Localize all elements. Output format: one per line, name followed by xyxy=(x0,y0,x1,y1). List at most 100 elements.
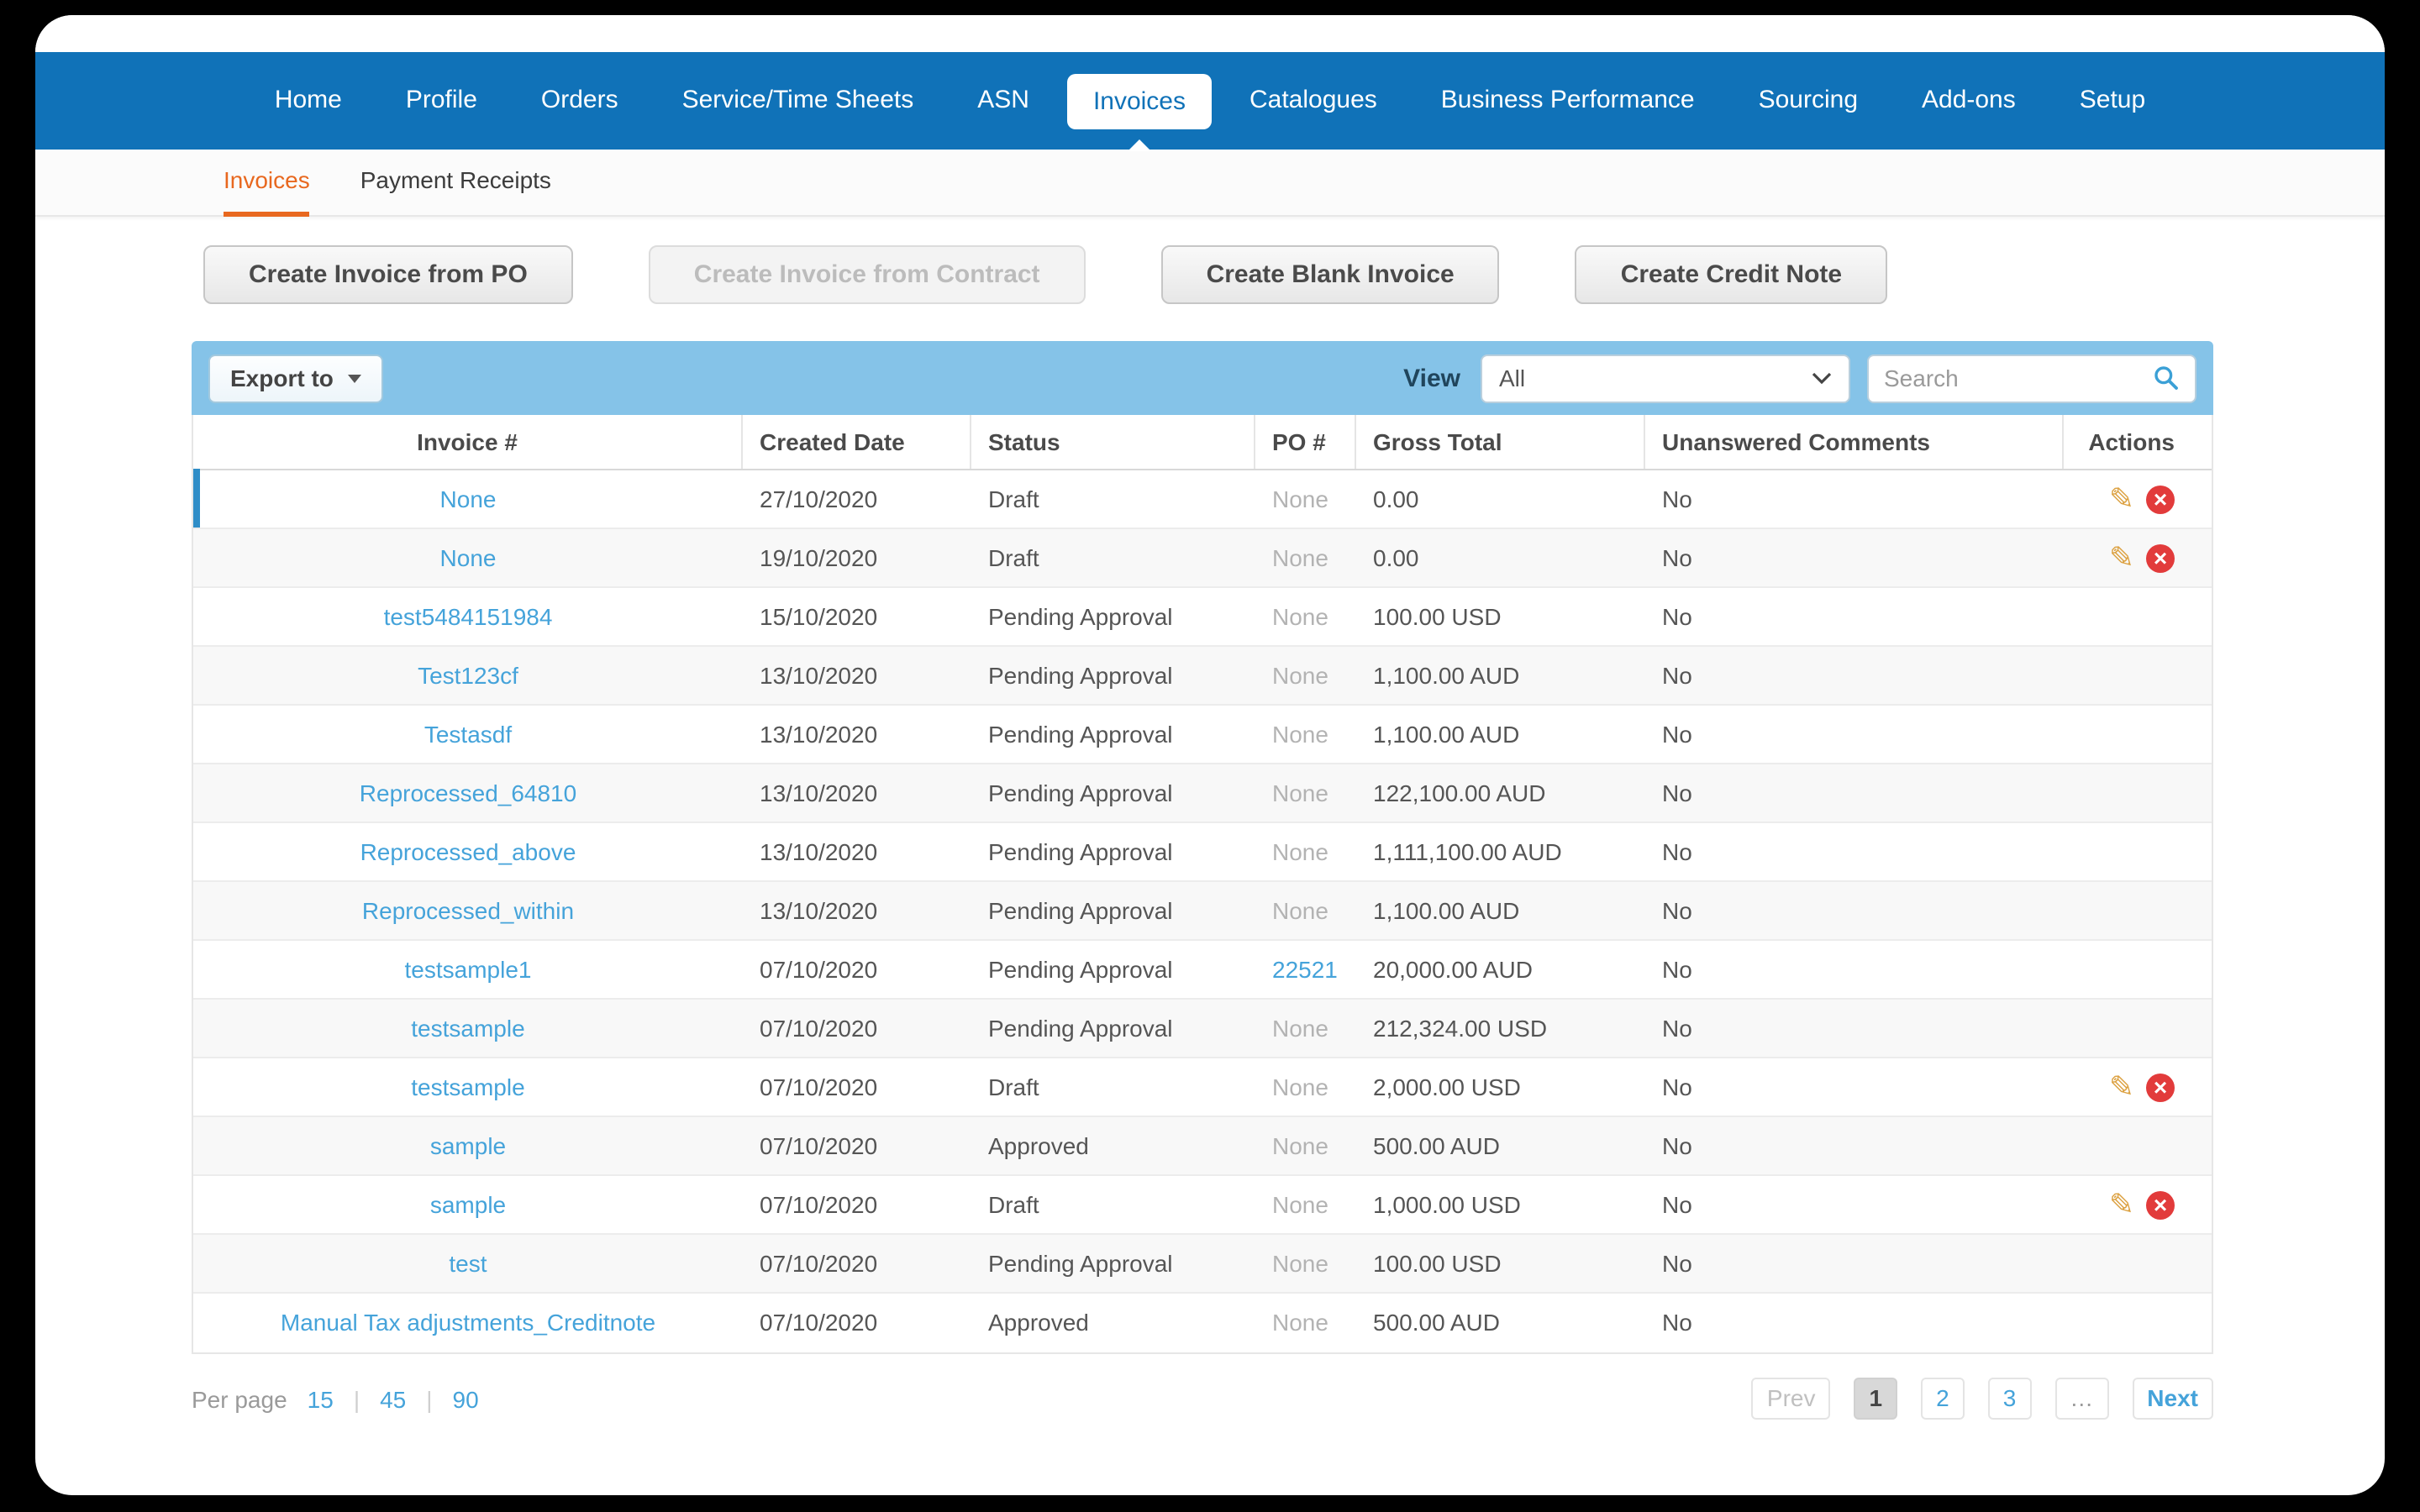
stage: Home Profile Orders Service/Time Sheets ASN I… xyxy=(0,0,2420,1512)
create-credit-note-button[interactable]: Create Credit Note xyxy=(1575,245,1888,304)
search-input[interactable] xyxy=(1884,365,2153,391)
gross-total-cell: 1,100.00 AUD xyxy=(1373,897,1520,924)
nav-item-catalogues[interactable]: Catalogues xyxy=(1218,52,1409,150)
create-invoice-from-po-button[interactable]: Create Invoice from PO xyxy=(203,245,573,304)
pagination-prev[interactable]: Prev xyxy=(1751,1378,1831,1420)
nav-item-sourcing[interactable]: Sourcing xyxy=(1727,52,1890,150)
create-blank-invoice-button[interactable]: Create Blank Invoice xyxy=(1160,245,1500,304)
subnav-item-payment-receipts[interactable]: Payment Receipts xyxy=(360,150,551,217)
nav-item-invoices[interactable]: Invoices xyxy=(1067,73,1211,150)
created-date-cell: 07/10/2020 xyxy=(760,1132,878,1159)
po-cell: None xyxy=(1255,706,1356,763)
delete-icon[interactable]: × xyxy=(2146,1073,2175,1101)
gross-total-cell: 20,000.00 AUD xyxy=(1373,956,1533,983)
nav-item-service-time-sheets[interactable]: Service/Time Sheets xyxy=(650,52,946,150)
delete-icon[interactable]: × xyxy=(2146,485,2175,513)
table-row: None 27/10/2020 Draft None 0.00 No ✎ × xyxy=(193,469,2212,529)
invoice-link[interactable]: Test123cf xyxy=(418,662,518,689)
invoice-link[interactable]: None xyxy=(440,486,497,512)
invoices-table: Export to View All Search Invoice # Crea… xyxy=(192,341,2213,1354)
main-nav: Home Profile Orders Service/Time Sheets ASN I… xyxy=(35,52,2385,150)
nav-item-business-performance[interactable]: Business Performance xyxy=(1409,52,1727,150)
invoice-link[interactable]: None xyxy=(440,544,497,571)
table-toolbar: Export to View All xyxy=(192,341,2213,415)
unanswered-comments-cell: No xyxy=(1662,1250,1692,1277)
nav-item-profile[interactable]: Profile xyxy=(374,52,509,150)
row-action-icons: ✎ × xyxy=(2109,1072,2175,1102)
po-number: None xyxy=(1272,662,1328,689)
view-select-value: All xyxy=(1499,365,1526,391)
invoice-link[interactable]: sample xyxy=(430,1132,506,1159)
edit-pencil-icon[interactable]: ✎ xyxy=(2109,484,2134,514)
nav-item-add-ons[interactable]: Add-ons xyxy=(1890,52,2048,150)
invoice-link[interactable]: test5484151984 xyxy=(384,603,553,630)
po-number: None xyxy=(1272,838,1328,865)
invoice-link[interactable]: test xyxy=(449,1250,487,1277)
delete-icon[interactable]: × xyxy=(2146,543,2175,572)
actions-cell xyxy=(2064,1117,2212,1174)
created-date-cell: 15/10/2020 xyxy=(760,603,878,630)
invoice-link[interactable]: testsample xyxy=(411,1015,524,1042)
invoice-cell: Testasdf xyxy=(193,706,743,763)
invoice-cell: testsample1 xyxy=(193,941,743,998)
invoice-link[interactable]: testsample1 xyxy=(405,956,532,983)
po-number: None xyxy=(1272,486,1328,512)
export-to-button[interactable]: Export to xyxy=(208,354,384,402)
gross-total-cell: 212,324.00 USD xyxy=(1373,1015,1548,1042)
gross-total-cell: 0.00 xyxy=(1373,544,1419,571)
row-action-icons: ✎ × xyxy=(2109,543,2175,573)
actions-cell xyxy=(2064,588,2212,645)
delete-icon[interactable]: × xyxy=(2146,1190,2175,1219)
created-date-cell: 13/10/2020 xyxy=(760,721,878,748)
per-page-separator: | xyxy=(353,1385,360,1412)
edit-pencil-icon[interactable]: ✎ xyxy=(2109,1189,2134,1220)
subnav-item-invoices[interactable]: Invoices xyxy=(224,150,310,217)
view-select[interactable]: All xyxy=(1481,354,1850,402)
pagination-page-1[interactable]: 1 xyxy=(1854,1378,1898,1420)
status-cell: Pending Approval xyxy=(988,1250,1173,1277)
status-cell: Pending Approval xyxy=(988,603,1173,630)
po-cell: None xyxy=(1255,529,1356,586)
invoice-cell: sample xyxy=(193,1176,743,1233)
po-link[interactable]: 22521 xyxy=(1272,956,1338,983)
gross-total-cell: 500.00 AUD xyxy=(1373,1309,1500,1336)
pagination-next[interactable]: Next xyxy=(2132,1378,2213,1420)
search-icon[interactable] xyxy=(2153,365,2180,391)
invoice-link[interactable]: Manual Tax adjustments_Creditnote xyxy=(281,1309,655,1336)
pagination-ellipsis[interactable]: … xyxy=(2054,1378,2109,1420)
pagination-page-3[interactable]: 3 xyxy=(1987,1378,2032,1420)
invoice-link[interactable]: sample xyxy=(430,1191,506,1218)
column-header-gross-total: Gross Total xyxy=(1356,415,1645,469)
edit-pencil-icon[interactable]: ✎ xyxy=(2109,543,2134,573)
actions-cell: ✎ × xyxy=(2064,1176,2212,1233)
nav-item-asn[interactable]: ASN xyxy=(945,52,1061,150)
invoice-link[interactable]: Reprocessed_64810 xyxy=(360,780,576,806)
po-cell: None xyxy=(1255,470,1356,528)
invoice-cell: test5484151984 xyxy=(193,588,743,645)
status-cell: Draft xyxy=(988,486,1039,512)
table-row: test5484151984 15/10/2020 Pending Approv… xyxy=(193,588,2212,647)
po-number: None xyxy=(1272,897,1328,924)
per-page-option-45[interactable]: 45 xyxy=(380,1385,406,1412)
nav-item-setup[interactable]: Setup xyxy=(2048,52,2177,150)
nav-item-orders[interactable]: Orders xyxy=(509,52,650,150)
po-number: None xyxy=(1272,1250,1328,1277)
po-cell: None xyxy=(1255,764,1356,822)
invoice-link[interactable]: Testasdf xyxy=(424,721,512,748)
per-page-option-15[interactable]: 15 xyxy=(308,1385,334,1412)
per-page-option-90[interactable]: 90 xyxy=(453,1385,479,1412)
invoice-link[interactable]: testsample xyxy=(411,1074,524,1100)
nav-item-home[interactable]: Home xyxy=(243,52,374,150)
pagination-page-2[interactable]: 2 xyxy=(1921,1378,1965,1420)
po-number: None xyxy=(1272,721,1328,748)
invoice-link[interactable]: Reprocessed_above xyxy=(360,838,576,865)
status-cell: Draft xyxy=(988,1074,1039,1100)
po-cell: None xyxy=(1255,823,1356,880)
unanswered-comments-cell: No xyxy=(1662,1191,1692,1218)
create-invoice-from-contract-button[interactable]: Create Invoice from Contract xyxy=(648,245,1086,304)
table-body: None 27/10/2020 Draft None 0.00 No ✎ × N… xyxy=(193,469,2212,1352)
invoice-cell: Reprocessed_within xyxy=(193,882,743,939)
po-cell: None xyxy=(1255,588,1356,645)
edit-pencil-icon[interactable]: ✎ xyxy=(2109,1072,2134,1102)
invoice-link[interactable]: Reprocessed_within xyxy=(362,897,574,924)
